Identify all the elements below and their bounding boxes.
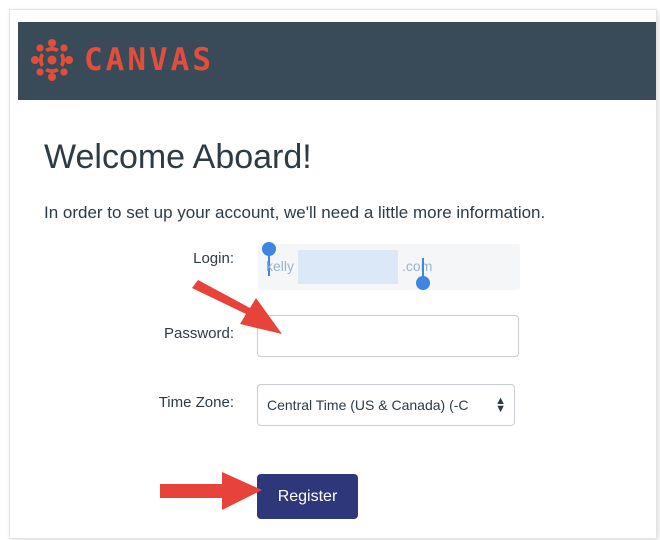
selection-handle-end-icon[interactable]	[416, 276, 430, 290]
password-field[interactable]	[257, 315, 519, 357]
intro-text: In order to set up your account, we'll n…	[44, 203, 546, 222]
login-value: kelly .com	[266, 258, 432, 274]
arrow-to-register-icon	[160, 472, 262, 510]
select-caret-icon: ▲ ▼	[495, 395, 506, 415]
arrow-to-password-icon	[192, 280, 282, 334]
login-value-suffix: .com	[402, 258, 433, 274]
selection-handle-start-icon[interactable]	[262, 242, 276, 256]
register-button[interactable]: Register	[257, 474, 358, 519]
page-title: Welcome Aboard!	[44, 138, 312, 176]
timezone-value: Central Time (US & Canada) (-C	[267, 397, 469, 413]
login-label: Login:	[193, 250, 234, 267]
timezone-label: Time Zone:	[158, 394, 234, 411]
timezone-select[interactable]: Central Time (US & Canada) (-C ▲ ▼	[257, 384, 515, 426]
login-field[interactable]: kelly .com	[258, 242, 520, 290]
canvas-header: CANVAS	[18, 22, 656, 100]
login-value-prefix: kelly	[266, 258, 295, 274]
brand-wordmark: CANVAS	[84, 42, 214, 78]
canvas-logo-icon	[31, 39, 73, 81]
